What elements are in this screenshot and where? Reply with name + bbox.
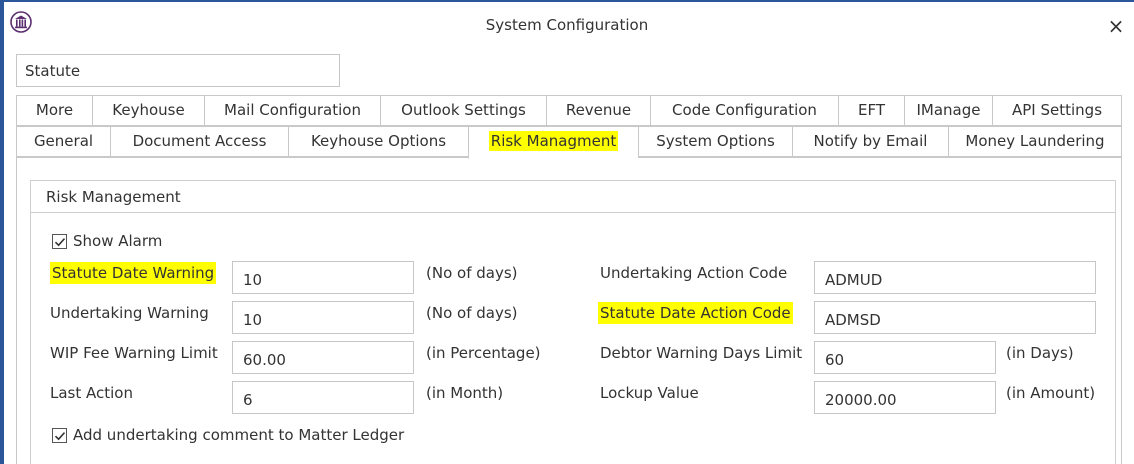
tab-document-access[interactable]: Document Access <box>110 126 288 157</box>
tab-label: Outlook Settings <box>401 101 526 119</box>
tab-code-configuration[interactable]: Code Configuration <box>650 95 838 126</box>
window-left-border <box>0 0 4 464</box>
undertaking-action-code-label: Undertaking Action Code <box>600 264 788 282</box>
wip-fee-warning-limit-unit: (in Percentage) <box>426 344 541 362</box>
title-bar: System Configuration × <box>0 2 1134 44</box>
tab-keyhouse-options[interactable]: Keyhouse Options <box>288 126 468 157</box>
tab-label: Revenue <box>565 101 632 119</box>
lockup-value-label: Lockup Value <box>600 384 699 402</box>
wip-fee-warning-limit-input[interactable] <box>232 341 414 374</box>
lockup-value-unit: (in Amount) <box>1006 384 1096 402</box>
close-button[interactable]: × <box>1106 16 1126 36</box>
tab-label: System Options <box>656 132 775 150</box>
tab-label: Keyhouse Options <box>310 132 447 150</box>
close-icon[interactable]: × <box>1108 14 1125 38</box>
wip-fee-warning-limit-label: WIP Fee Warning Limit <box>50 344 218 362</box>
tab-api-settings[interactable]: API Settings <box>992 95 1122 126</box>
tab-system-options[interactable]: System Options <box>638 126 792 157</box>
lockup-value-input[interactable] <box>814 381 996 414</box>
undertaking-warning-label: Undertaking Warning <box>50 304 209 322</box>
group-title: Risk Management <box>46 188 181 206</box>
tab-money-laundering[interactable]: Money Laundering <box>948 126 1122 157</box>
tab-row-2: General Document Access Keyhouse Options… <box>16 126 1122 159</box>
checkbox-checked-icon[interactable] <box>52 427 67 443</box>
statute-date-warning-text: Statute Date Warning <box>50 262 217 284</box>
tab-label: General <box>33 132 94 150</box>
show-alarm-label: Show Alarm <box>73 232 163 250</box>
undertaking-action-code-input[interactable] <box>814 261 1096 294</box>
tab-label: More <box>35 101 74 119</box>
undertaking-warning-input[interactable] <box>232 301 414 334</box>
show-alarm-checkbox[interactable]: Show Alarm <box>52 232 162 250</box>
tab-outlook-settings[interactable]: Outlook Settings <box>380 95 546 126</box>
statute-date-action-code-label: Statute Date Action Code <box>598 302 793 324</box>
statute-date-warning-unit: (No of days) <box>426 264 518 282</box>
add-undertaking-comment-label: Add undertaking comment to Matter Ledger <box>73 426 405 444</box>
window-title: System Configuration <box>485 16 649 34</box>
add-undertaking-comment-checkbox[interactable]: Add undertaking comment to Matter Ledger <box>52 426 404 444</box>
statute-date-warning-input[interactable] <box>232 261 414 294</box>
checkbox-checked-icon[interactable] <box>52 233 67 249</box>
tab-label: API Settings <box>1011 101 1103 119</box>
tab-label: Document Access <box>132 132 267 150</box>
tab-label: Risk Managment <box>488 131 619 151</box>
last-action-input[interactable] <box>232 381 414 414</box>
tab-risk-managment[interactable]: Risk Managment <box>468 126 638 159</box>
undertaking-warning-unit: (No of days) <box>426 304 518 322</box>
tab-label: EFT <box>857 101 885 119</box>
tab-revenue[interactable]: Revenue <box>546 95 650 126</box>
statute-date-warning-label: Statute Date Warning <box>50 262 217 284</box>
tab-imanage[interactable]: IManage <box>904 95 992 126</box>
tab-eft[interactable]: EFT <box>838 95 904 126</box>
tab-notify-by-email[interactable]: Notify by Email <box>792 126 948 157</box>
tab-label: Notify by Email <box>813 132 928 150</box>
tab-keyhouse[interactable]: Keyhouse <box>92 95 204 126</box>
tab-label: Keyhouse <box>112 101 185 119</box>
debtor-warning-days-limit-unit: (in Days) <box>1006 344 1074 362</box>
debtor-warning-days-limit-input[interactable] <box>814 341 996 374</box>
tab-label: Mail Configuration <box>224 101 361 119</box>
tab-label: Code Configuration <box>672 101 817 119</box>
group-divider <box>30 212 1116 213</box>
tab-label: IManage <box>916 101 981 119</box>
search-input[interactable] <box>16 54 340 87</box>
tab-general[interactable]: General <box>16 126 110 157</box>
statute-date-action-code-text: Statute Date Action Code <box>598 302 793 324</box>
tab-label: Money Laundering <box>965 132 1105 150</box>
last-action-unit: (in Month) <box>426 384 504 402</box>
debtor-warning-days-limit-label: Debtor Warning Days Limit <box>600 344 803 362</box>
statute-date-action-code-input[interactable] <box>814 301 1096 334</box>
tab-mail-configuration[interactable]: Mail Configuration <box>204 95 380 126</box>
system-configuration-window: System Configuration × More Keyhouse Mai… <box>0 0 1134 464</box>
last-action-label: Last Action <box>50 384 133 402</box>
tab-more[interactable]: More <box>16 95 92 126</box>
tab-row-1: More Keyhouse Mail Configuration Outlook… <box>16 95 1122 126</box>
